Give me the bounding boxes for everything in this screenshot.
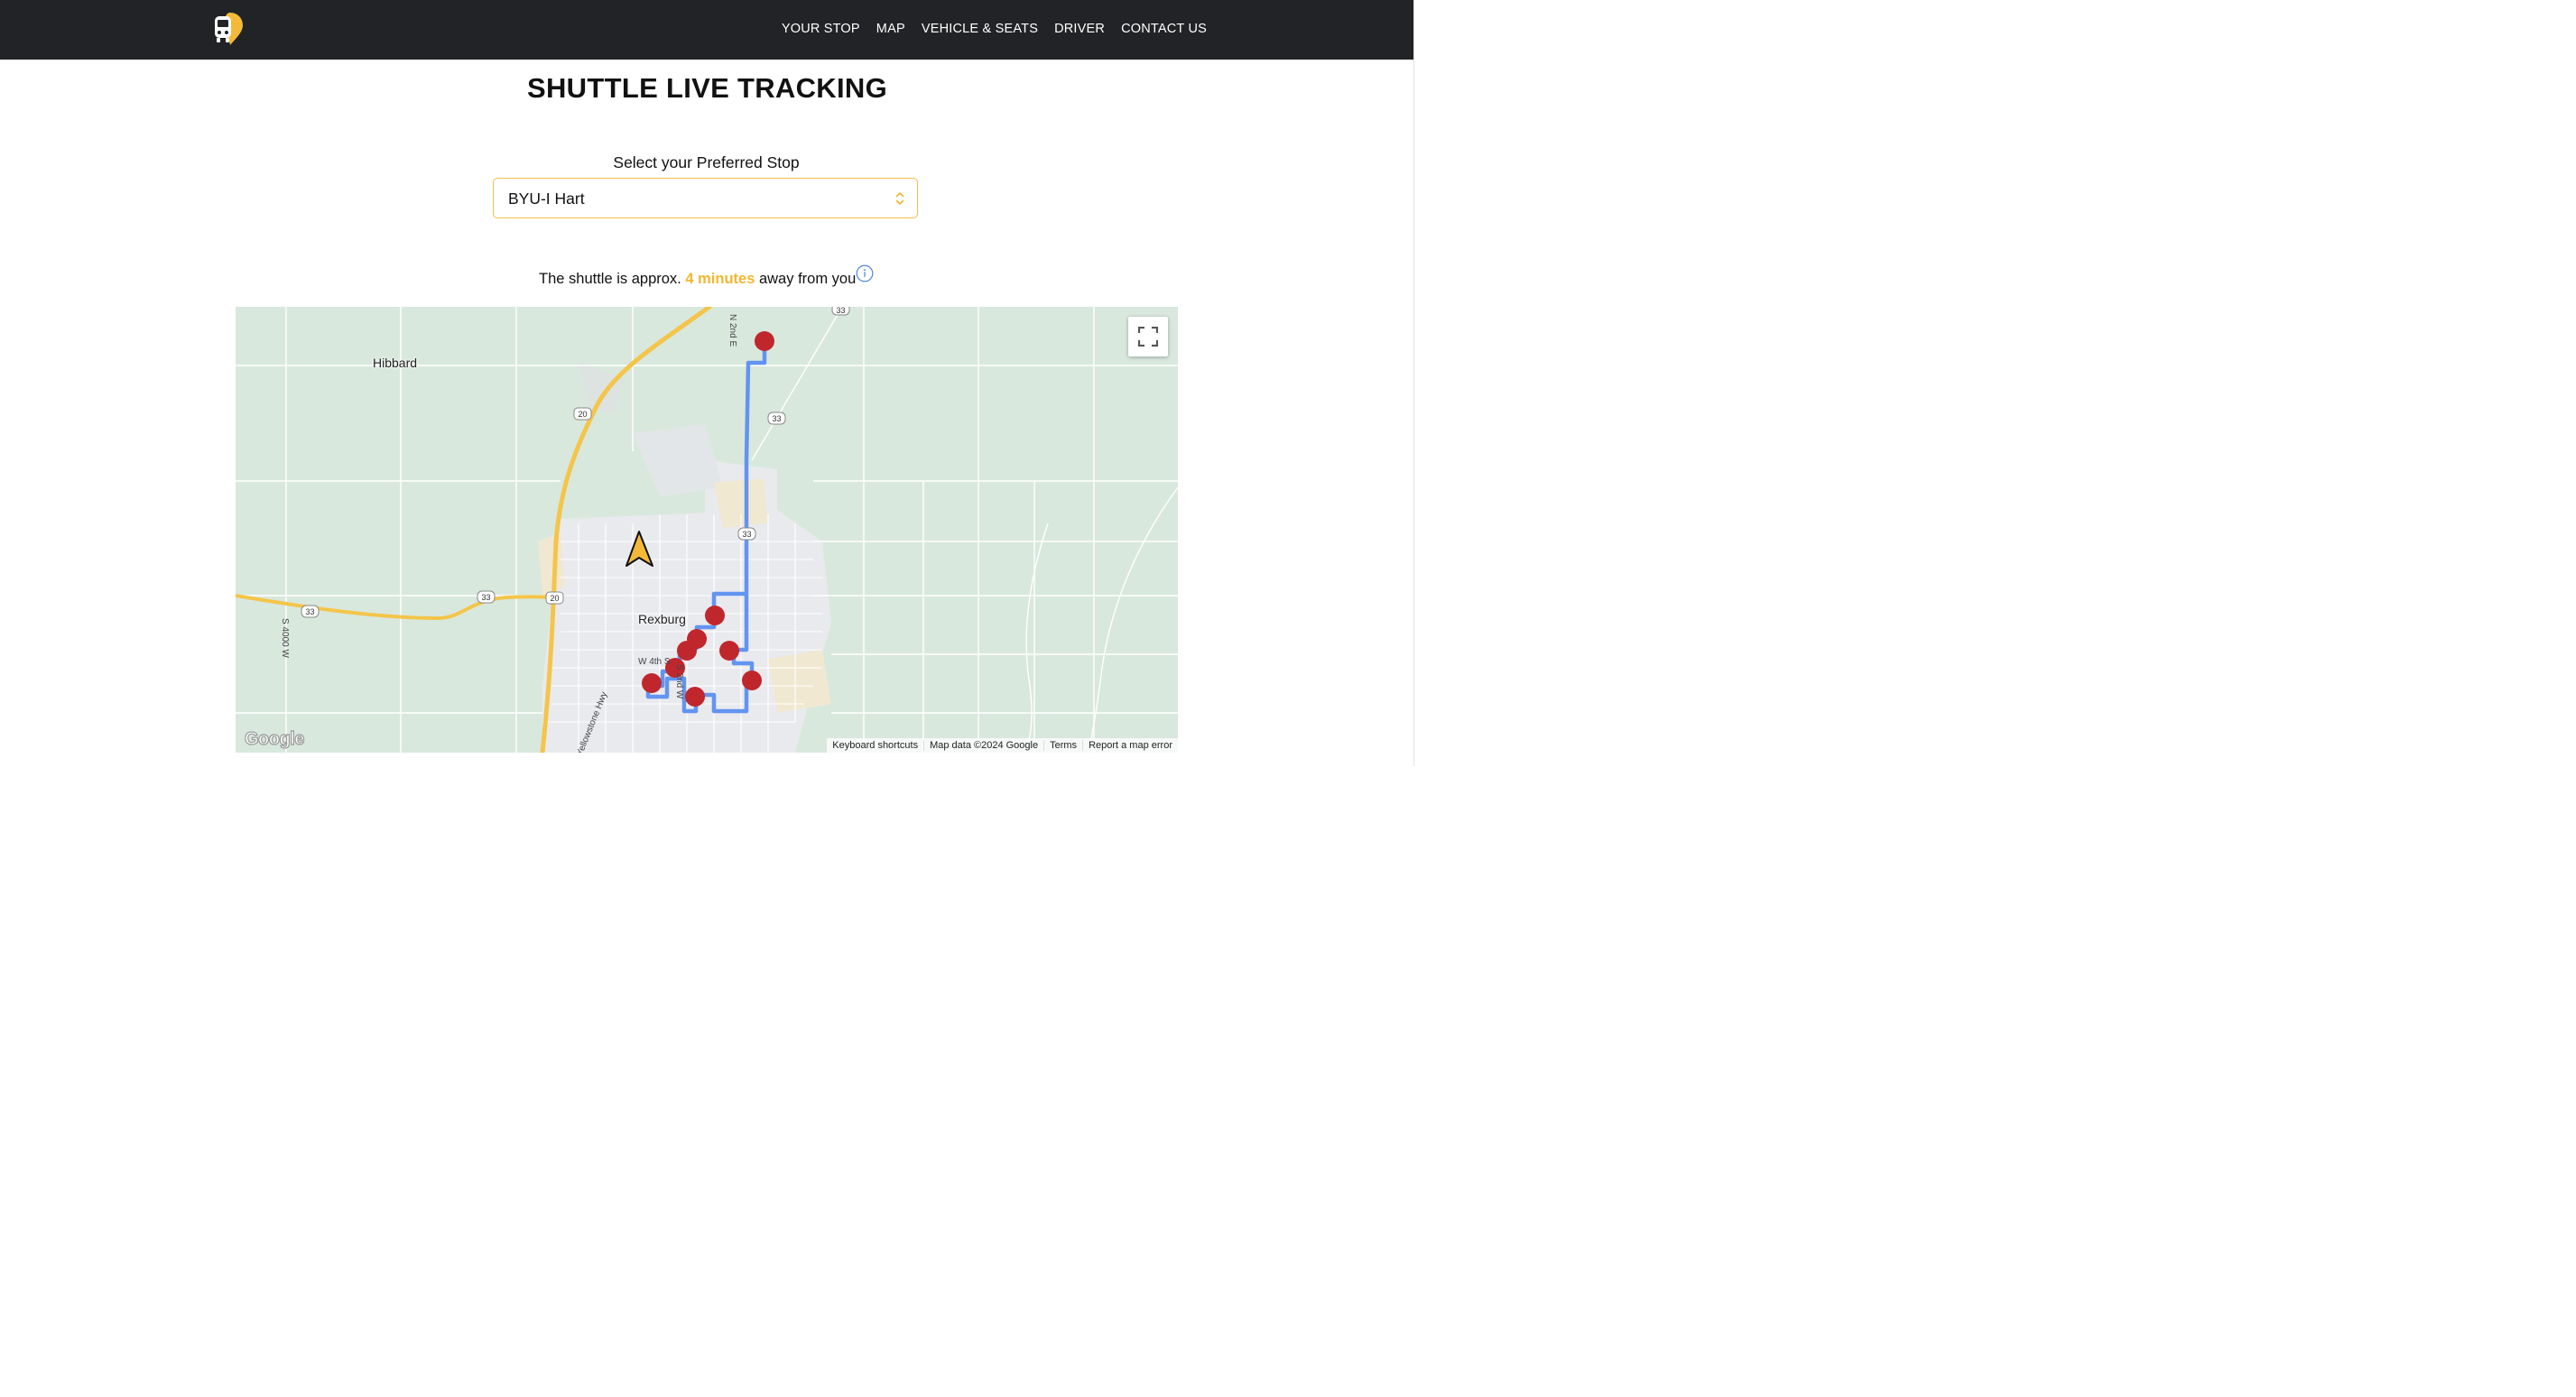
report-map-error-link[interactable]: Report a map error <box>1082 740 1178 751</box>
terms-link[interactable]: Terms <box>1043 740 1082 751</box>
svg-text:33: 33 <box>742 530 751 539</box>
place-hibbard: Hibbard <box>373 356 418 370</box>
eta-prefix: The shuttle is approx. <box>539 271 681 287</box>
svg-text:20: 20 <box>578 410 587 419</box>
nav-vehicle-seats[interactable]: VEHICLE & SEATS <box>922 22 1038 36</box>
svg-text:33: 33 <box>836 307 845 315</box>
bus-pin-logo-icon[interactable] <box>213 12 244 46</box>
fullscreen-button[interactable] <box>1128 317 1168 356</box>
nav-driver[interactable]: DRIVER <box>1054 22 1105 36</box>
map[interactable]: 33 20 33 33 33 20 33 Hibbard Rexburg N 2… <box>236 307 1178 753</box>
nav-links: YOUR STOP MAP VEHICLE & SEATS DRIVER CON… <box>765 0 1207 58</box>
eta-suffix: away from you <box>758 271 857 287</box>
street-w4th: W 4th S <box>638 657 671 667</box>
keyboard-shortcuts-link[interactable]: Keyboard shortcuts <box>827 740 923 751</box>
page-title: SHUTTLE LIVE TRACKING <box>527 72 887 104</box>
chevron-updown-icon <box>895 191 904 206</box>
map-canvas[interactable]: 33 20 33 33 33 20 33 <box>236 307 1178 753</box>
svg-text:20: 20 <box>550 594 559 603</box>
google-logo: Google <box>244 728 305 749</box>
scrollbar-edge <box>1413 0 1414 766</box>
street-s4000-w: S 4000 W <box>280 618 290 658</box>
nav-your-stop[interactable]: YOUR STOP <box>782 22 860 36</box>
eta-minutes: 4 minutes <box>685 271 755 287</box>
place-rexburg: Rexburg <box>638 612 686 626</box>
map-footer: Keyboard shortcuts Map data ©2024 Google… <box>827 738 1178 753</box>
eta-message: The shuttle is approx. 4 minutes away fr… <box>539 271 856 288</box>
svg-text:33: 33 <box>772 414 781 423</box>
fullscreen-icon <box>1138 327 1158 347</box>
map-data-attribution: Map data ©2024 Google <box>923 740 1043 751</box>
street-s2nd-w: S 2nd W <box>674 664 684 699</box>
stop-select-value: BYU-I Hart <box>508 190 585 208</box>
top-navbar: YOUR STOP MAP VEHICLE & SEATS DRIVER CON… <box>0 0 1413 60</box>
stop-select[interactable]: BYU-I Hart <box>493 178 918 218</box>
svg-text:33: 33 <box>481 593 490 602</box>
svg-text:33: 33 <box>305 607 314 616</box>
stop-select-label: Select your Preferred Stop <box>613 153 800 171</box>
nav-contact-us[interactable]: CONTACT US <box>1121 22 1207 36</box>
info-icon[interactable] <box>856 264 874 282</box>
nav-map[interactable]: MAP <box>876 22 905 36</box>
street-n2nd-e: N 2nd E <box>727 314 737 347</box>
